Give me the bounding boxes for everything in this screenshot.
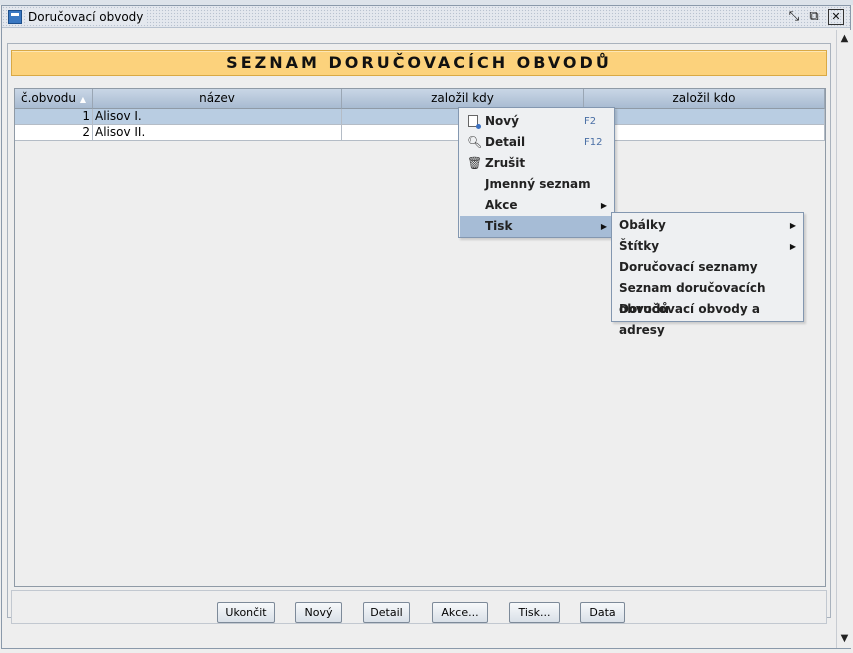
menu-item-zrusit[interactable]: 🗑︎ Zrušit [460,153,613,174]
submenu-arrow-icon: ▶ [789,221,796,230]
table-row[interactable]: 2 Alisov II. [15,125,825,141]
cell-zalozil-kdo [584,109,825,125]
menu-item-label: Štítky [619,239,660,253]
cell-zalozil-kdo [584,125,825,141]
exit-button[interactable]: Ukončit [217,602,275,623]
menu-item-label: Doručovací obvody a adresy [619,302,760,337]
trash-icon: 🗑︎ [467,156,483,170]
maximize-icon[interactable]: ⧉ [806,9,822,25]
menu-item-label: Obálky [619,218,666,232]
accelerator-label: F12 [584,137,603,148]
actions-button[interactable]: Akce... [432,602,488,623]
accelerator-label: F2 [584,116,597,127]
column-header-label: č.obvodu [20,91,77,105]
table-row[interactable]: 1 Alisov I. 04.02.2013 [15,109,825,125]
print-submenu: Obálky ▶ Štítky ▶ Doručovací seznamy Sez… [611,212,804,337]
page-title: SEZNAM DORUČOVACÍCH OBVODŮ [11,50,827,76]
cell-nazev: Alisov I. [93,109,342,125]
data-button[interactable]: Data [580,602,625,623]
new-button[interactable]: Nový [295,602,342,623]
button-bar: Ukončit Nový Detail Akce... Tisk... Data [11,590,827,624]
window-title: Doručovací obvody [26,9,148,25]
magnifier-icon: 🔍︎ [467,135,483,149]
submenu-item-obvody-a-adresy[interactable]: Doručovací obvody a adresy [613,299,802,337]
menu-item-novy[interactable]: Nový F2 [460,111,613,132]
menu-item-akce[interactable]: Akce ▶ [460,195,613,216]
column-header-zalozil-kdo[interactable]: založil kdo [584,89,825,109]
menu-item-tisk[interactable]: Tisk ▶ [460,216,613,237]
menu-item-label: Jmenný seznam [485,177,591,191]
menu-item-label: Zrušit [485,156,526,170]
submenu-arrow-icon: ▶ [600,222,607,231]
column-header-nazev[interactable]: název [93,89,342,109]
restore-icon[interactable]: ⤡ [786,9,802,25]
submenu-item-obalky[interactable]: Obálky ▶ [613,215,802,236]
submenu-item-dorucovaci-seznamy[interactable]: Doručovací seznamy [613,257,802,278]
submenu-item-stitky[interactable]: Štítky ▶ [613,236,802,257]
menu-item-label: Nový [485,114,519,128]
table-header: č.obvodu ▲ název založil kdy založil kdo [15,89,825,109]
context-menu: Nový F2 🔍︎ Detail F12 🗑︎ Zrušit Jmenný s… [458,107,615,238]
print-button[interactable]: Tisk... [509,602,560,623]
menu-item-detail[interactable]: 🔍︎ Detail F12 [460,132,613,153]
menu-item-label: Akce [485,198,518,212]
scroll-up-icon[interactable]: ▲ [837,32,852,46]
cell-cislo: 1 [15,109,93,125]
close-icon[interactable]: ✕ [828,9,844,25]
sort-ascending-icon: ▲ [79,95,87,104]
column-header-zalozil-kdy[interactable]: založil kdy [342,89,584,109]
submenu-item-seznam-obvodu[interactable]: Seznam doručovacích obvodů [613,278,802,316]
new-document-icon [468,115,481,129]
cell-nazev: Alisov II. [93,125,342,141]
title-bar[interactable]: Doručovací obvody ⤡ ⧉ ✕ [2,6,850,28]
menu-item-jmenny-seznam[interactable]: Jmenný seznam [460,174,613,195]
detail-button[interactable]: Detail [363,602,410,623]
menu-item-label: Detail [485,135,526,149]
menu-item-label: Tisk [485,219,513,233]
menu-item-label: Doručovací seznamy [619,260,758,274]
submenu-arrow-icon: ▶ [789,242,796,251]
submenu-arrow-icon: ▶ [600,201,607,210]
vertical-scrollbar[interactable]: ▲ ▼ [836,30,851,648]
cell-cislo: 2 [15,125,93,141]
column-header-cislo[interactable]: č.obvodu ▲ [15,89,93,109]
scroll-down-icon[interactable]: ▼ [837,632,852,646]
app-icon [8,10,22,24]
